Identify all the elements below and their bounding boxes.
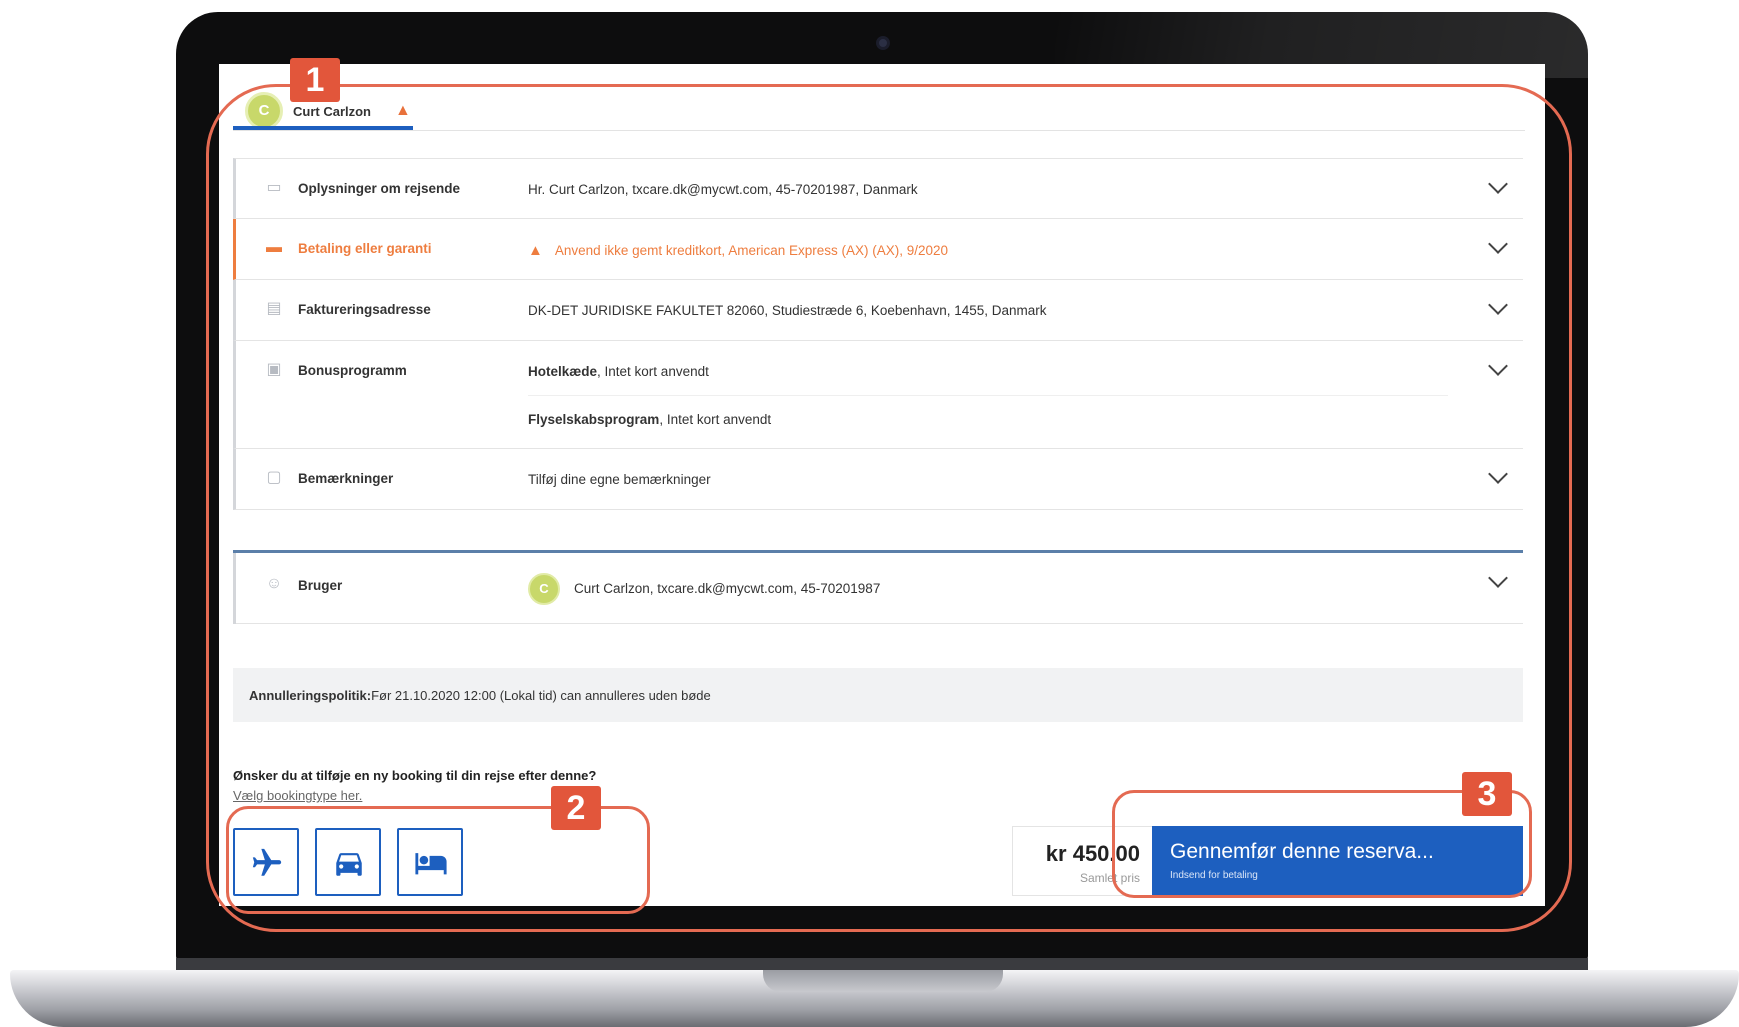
webcam [876, 36, 890, 50]
annotation-badge-3: 3 [1462, 772, 1512, 816]
annotation-badge-1: 1 [290, 58, 340, 102]
annotation-badge-2: 2 [551, 786, 601, 830]
laptop-notch [763, 970, 1003, 992]
